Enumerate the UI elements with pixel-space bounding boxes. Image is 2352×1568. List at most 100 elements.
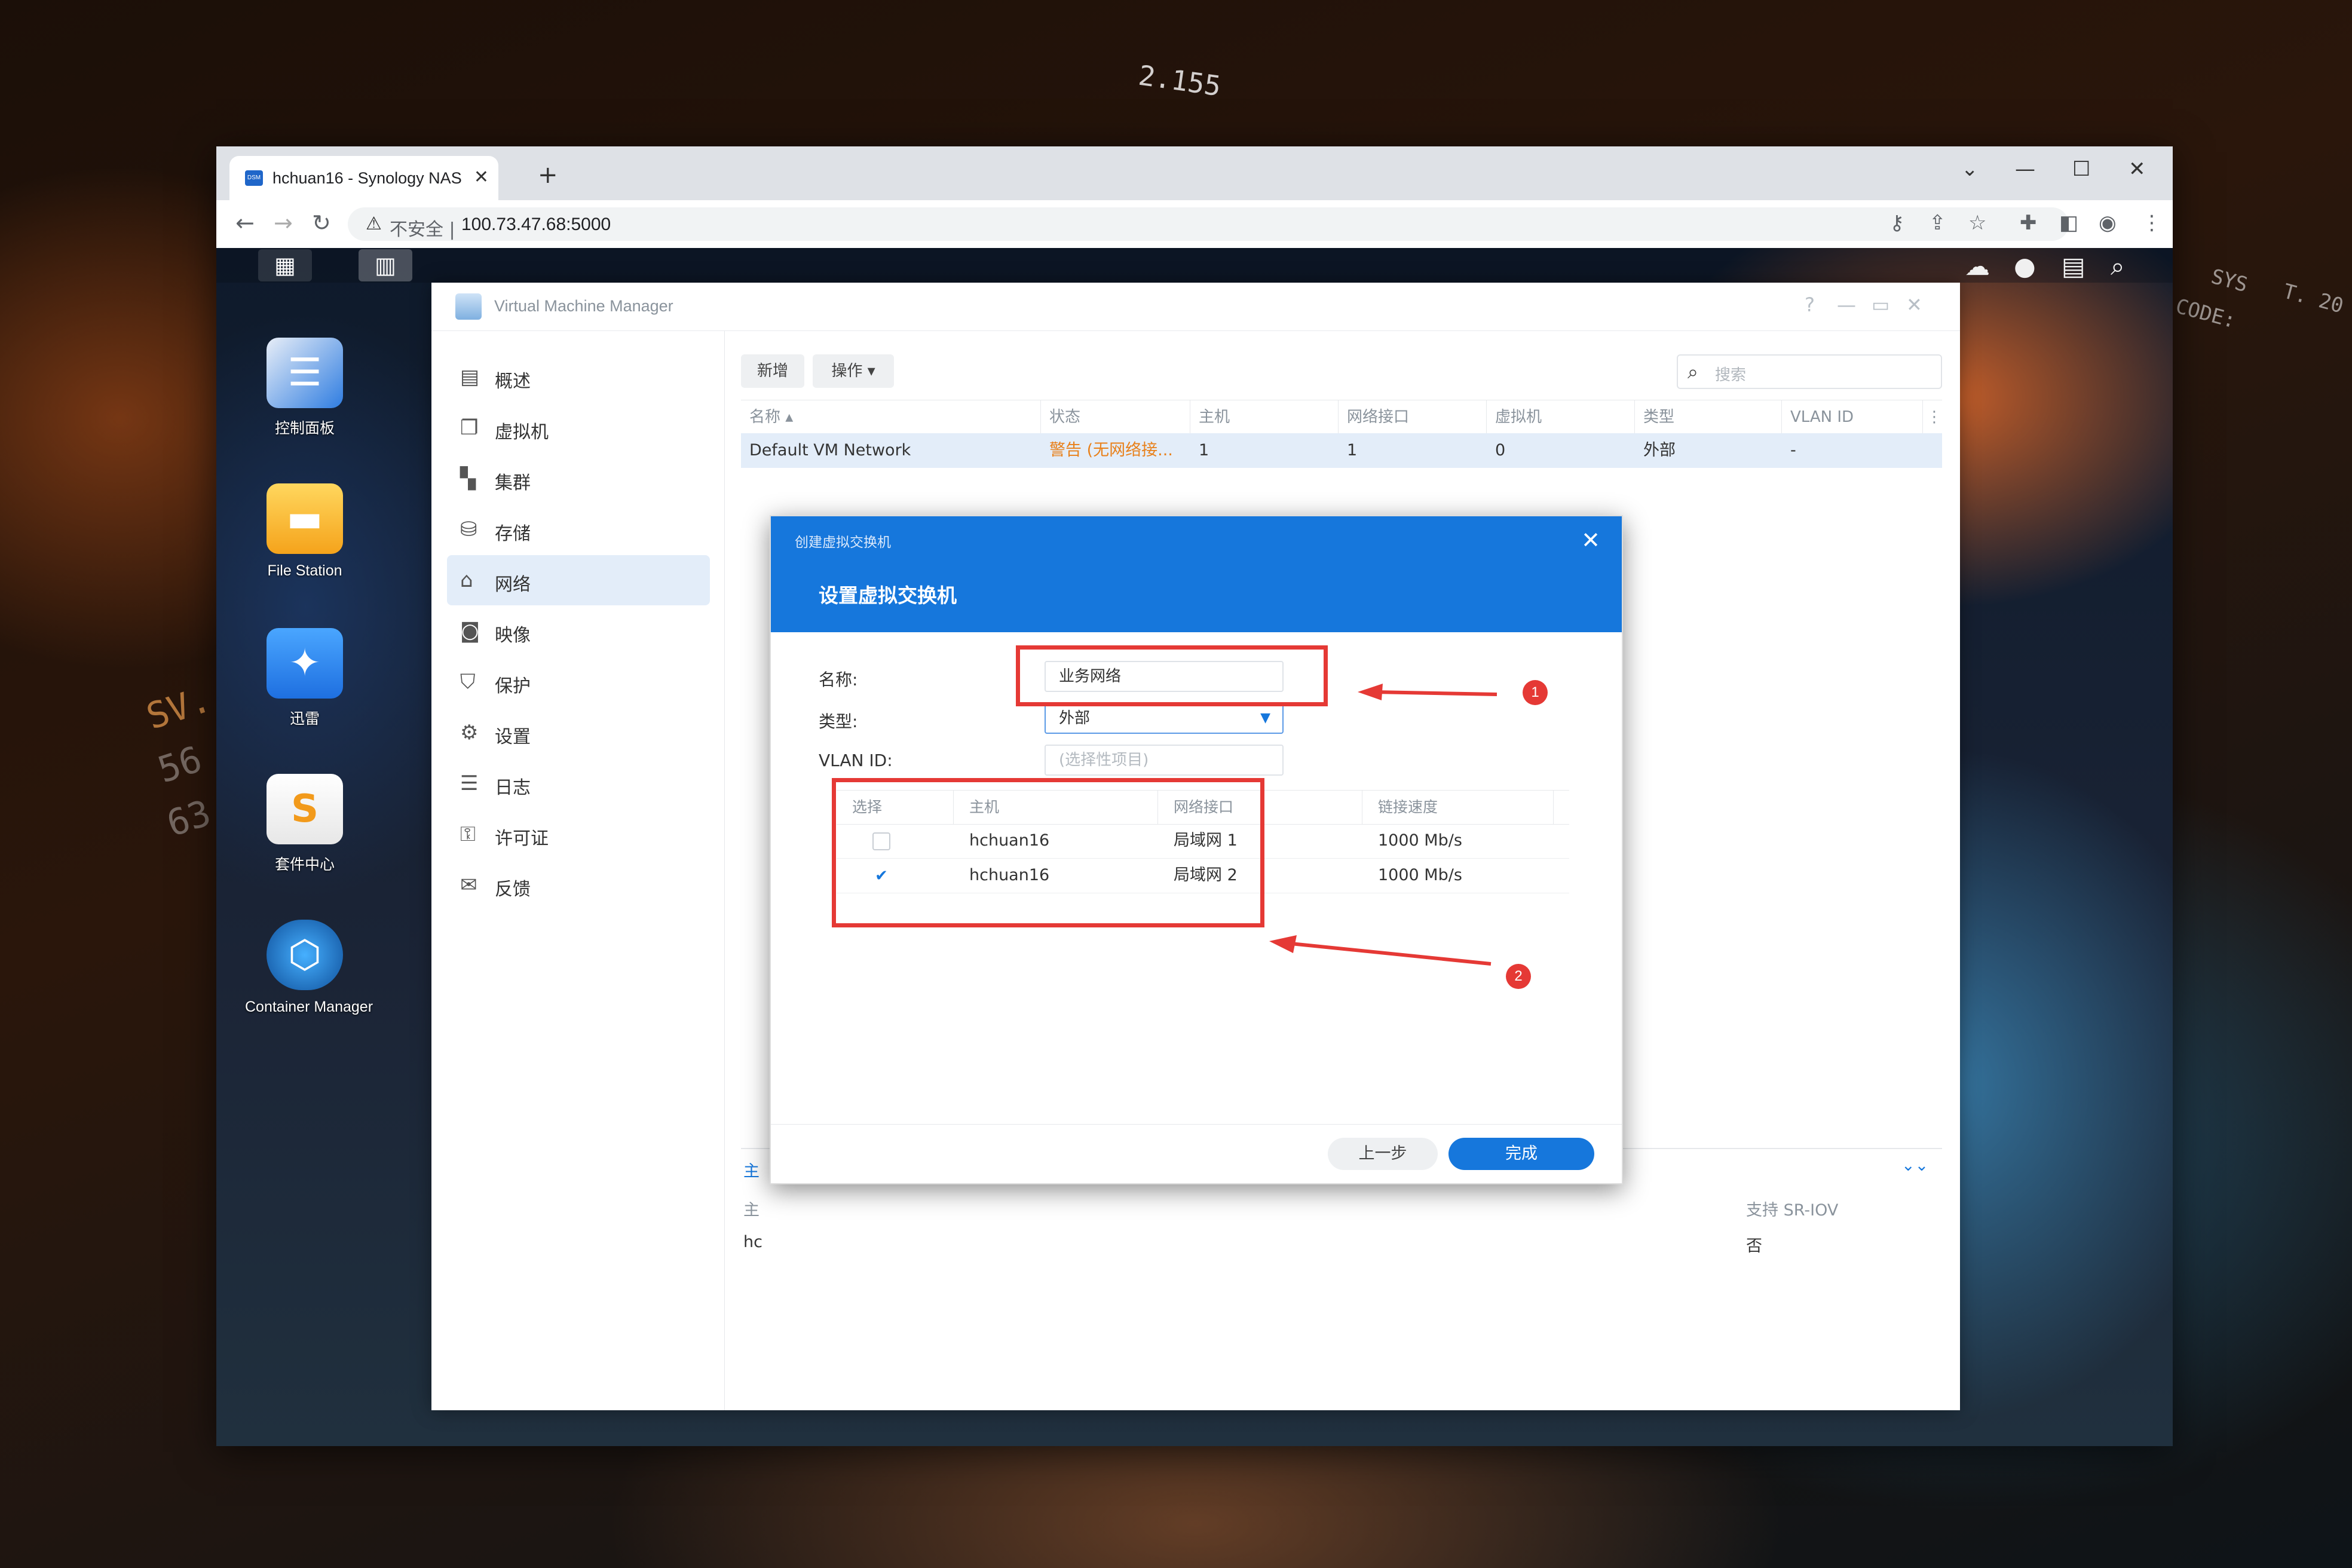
column-header-interface[interactable]: 网络接口 <box>1339 400 1487 434</box>
url-text[interactable]: 100.73.47.68:5000 <box>461 215 611 235</box>
search-input[interactable]: ⌕ 搜索 <box>1677 354 1942 389</box>
desktop-icon-control-panel[interactable]: ☰ 控制面板 <box>245 338 365 438</box>
sidebar-item-protection[interactable]: ⛉ 保护 <box>447 657 710 707</box>
user-icon[interactable]: ● <box>2014 252 2036 281</box>
detail-expand-icon[interactable]: ⌄⌄ <box>1901 1156 1928 1175</box>
sidebar-item-label: 映像 <box>495 625 531 646</box>
annotation-arrow-2 <box>1269 935 1492 966</box>
finish-button[interactable]: 完成 <box>1448 1138 1594 1170</box>
desktop-icon-label: Container Manager <box>245 999 373 1015</box>
desktop-icon-container-manager[interactable]: ⬡ Container Manager <box>245 920 373 1016</box>
sidebar-item-label: 许可证 <box>495 828 549 849</box>
cell-vlan: - <box>1790 441 1796 460</box>
wallpaper-hud-text: SYS <box>2208 264 2250 298</box>
minimize-icon[interactable]: — <box>1837 293 1856 316</box>
close-icon[interactable]: ✕ <box>1906 293 1922 316</box>
dialog-close-icon[interactable]: ✕ <box>1581 527 1600 553</box>
sidebar-item-settings[interactable]: ⚙ 设置 <box>447 708 710 758</box>
detail-tab[interactable]: 主 <box>743 1158 760 1181</box>
column-header-status[interactable]: 状态 <box>1041 400 1190 434</box>
container-icon: ⬡ <box>267 920 343 990</box>
dialog-footer: 上一步 完成 <box>771 1124 1622 1183</box>
sidepanel-icon[interactable]: ◧ <box>2059 211 2078 235</box>
dialog-small-title: 创建虚拟交换机 <box>795 535 891 550</box>
table-row[interactable]: Default VM Network 警告 (无网络接... 1 1 0 外部 … <box>741 433 1942 468</box>
sidebar-item-overview[interactable]: ▤ 概述 <box>447 352 710 402</box>
overview-icon: ▤ <box>460 365 480 389</box>
detail-cell-sriov: 否 <box>1746 1237 1762 1255</box>
cell-speed: 1000 Mb/s <box>1378 866 1462 884</box>
desktop-icon-thunder[interactable]: ✦ 迅雷 <box>245 628 365 728</box>
tab-close-icon[interactable]: ✕ <box>474 167 489 188</box>
wallpaper-hud-text: 2.155 <box>1136 59 1223 103</box>
cell-type: 外部 <box>1643 441 1676 460</box>
vmm-title-bar[interactable]: Virtual Machine Manager ? — ▭ ✕ <box>431 283 1960 331</box>
sidebar-item-license[interactable]: ⚿ 许可证 <box>447 809 710 859</box>
extension-icon[interactable]: ✚ <box>2020 211 2037 235</box>
feedback-icon: ✉ <box>460 873 477 897</box>
tab-search-icon[interactable]: ⌄ <box>1961 157 1979 181</box>
vlan-placeholder: (选择性项目) <box>1059 751 1149 769</box>
sidebar-item-vm[interactable]: ❐ 虚拟机 <box>447 403 710 453</box>
sidebar-item-label: 概述 <box>495 371 531 392</box>
folder-icon: ▬ <box>267 483 343 554</box>
column-menu-icon[interactable]: ⋮ <box>1923 400 1942 434</box>
chat-icon[interactable]: ☁ <box>1965 252 1990 281</box>
column-header-vm[interactable]: 虚拟机 <box>1487 400 1635 434</box>
desktop-icon-label: 套件中心 <box>274 856 335 873</box>
help-icon[interactable]: ? <box>1805 293 1815 316</box>
browser-toolbar: ← → ↻ ⚠ 不安全 | 100.73.47.68:5000 ⚷ ⇪ ☆ ✚ … <box>216 200 2173 249</box>
search-icon[interactable]: ⌕ <box>2111 252 2125 281</box>
sidebar-item-network[interactable]: ⌂ 网络 <box>447 555 710 605</box>
wallpaper-hud-text: SV. <box>141 678 216 739</box>
sidebar-item-label: 存储 <box>495 523 531 544</box>
vlan-field[interactable]: (选择性项目) <box>1045 745 1284 776</box>
sidebar-item-label: 反馈 <box>495 879 531 900</box>
add-button[interactable]: 新增 <box>741 354 804 388</box>
forward-button[interactable]: → <box>274 210 293 236</box>
menu-icon[interactable]: ⋮ <box>2142 211 2162 235</box>
license-icon: ⚿ <box>460 822 476 846</box>
minimize-button[interactable]: — <box>2015 157 2035 181</box>
insecure-label: 不安全 | <box>390 219 455 240</box>
back-button[interactable]: ← <box>235 210 255 236</box>
cell-host: 1 <box>1199 441 1209 460</box>
close-window-button[interactable]: ✕ <box>2129 157 2146 181</box>
column-header-type[interactable]: 类型 <box>1635 400 1782 434</box>
type-select[interactable]: 外部 ▼ <box>1045 703 1284 734</box>
desktop-icon-package-center[interactable]: S 套件中心 <box>245 774 365 874</box>
new-tab-button[interactable]: + <box>538 163 558 187</box>
column-header-host[interactable]: 主机 <box>1190 400 1339 434</box>
key-icon[interactable]: ⚷ <box>1889 211 1904 235</box>
main-menu-icon[interactable]: ▦ <box>258 249 312 281</box>
wallpaper-hud-text: T. 20 <box>2280 279 2346 318</box>
sidebar-item-image[interactable]: ◙ 映像 <box>447 606 710 656</box>
desktop-icon-file-station[interactable]: ▬ File Station <box>245 483 365 580</box>
sidebar-item-feedback[interactable]: ✉ 反馈 <box>447 860 710 910</box>
column-header-name[interactable]: 名称 ▴ <box>741 400 1041 434</box>
maximize-button[interactable]: ☐ <box>2072 157 2090 181</box>
protection-icon: ⛉ <box>460 670 476 694</box>
widgets-icon[interactable]: ▤ <box>2062 252 2085 281</box>
action-button[interactable]: 操作 ▾ <box>813 354 894 388</box>
browser-tab[interactable]: DSM hchuan16 - Synology NAS ✕ <box>229 156 498 200</box>
sidebar-item-log[interactable]: ☰ 日志 <box>447 758 710 808</box>
vlan-label: VLAN ID: <box>819 751 893 770</box>
maximize-icon[interactable]: ▭ <box>1872 293 1889 316</box>
vmm-title: Virtual Machine Manager <box>494 297 673 315</box>
star-icon[interactable]: ☆ <box>1968 211 1986 235</box>
warning-icon[interactable]: ⚠ <box>366 213 382 234</box>
sidebar-item-cluster[interactable]: ▚ 集群 <box>447 454 710 504</box>
search-placeholder: 搜索 <box>1715 366 1747 384</box>
sidebar-item-storage[interactable]: ⛁ 存储 <box>447 504 710 555</box>
share-icon[interactable]: ⇪ <box>1929 211 1946 235</box>
back-step-button[interactable]: 上一步 <box>1328 1138 1438 1170</box>
vmm-taskbar-icon[interactable]: ▥ <box>359 249 412 281</box>
address-bar[interactable]: ⚠ 不安全 | 100.73.47.68:5000 <box>348 207 2069 241</box>
profile-icon[interactable]: ◉ <box>2099 211 2117 235</box>
column-header-vlan[interactable]: VLAN ID <box>1782 400 1923 434</box>
control-panel-icon: ☰ <box>267 338 343 408</box>
chevron-down-icon: ▼ <box>1260 710 1270 725</box>
reload-button[interactable]: ↻ <box>312 210 331 236</box>
wallpaper-hud-text: 63 <box>161 792 216 846</box>
